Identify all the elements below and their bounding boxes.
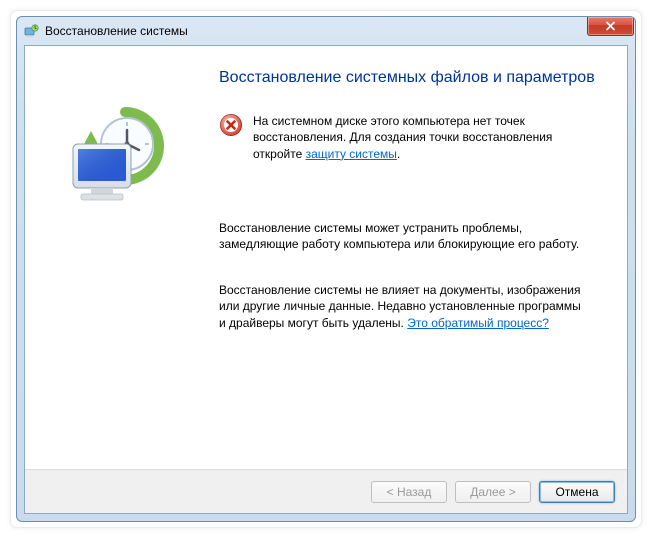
system-restore-graphic-icon [55, 98, 185, 218]
content-area: Восстановление системных файлов и параме… [25, 46, 627, 469]
error-text: На системном диске этого компьютера нет … [253, 113, 567, 162]
window-title: Восстановление системы [45, 24, 629, 38]
wizard-footer: < Назад Далее > Отмена [25, 469, 627, 513]
window-frame: Восстановление системы [16, 16, 636, 522]
next-button: Далее > [455, 481, 531, 503]
close-icon [605, 21, 616, 31]
reversible-process-link[interactable]: Это обратимый процесс? [407, 316, 549, 330]
system-protection-link[interactable]: защиту системы [306, 147, 397, 161]
graphic-column [55, 68, 195, 459]
error-icon [219, 113, 243, 137]
info-paragraph-1: Восстановление системы может устранить п… [219, 220, 597, 252]
info-paragraph-2: Восстановление системы не влияет на доку… [219, 282, 597, 331]
error-text-part2: . [397, 147, 400, 161]
client-area: Восстановление системных файлов и параме… [24, 45, 628, 514]
close-button[interactable] [587, 17, 634, 36]
back-button: < Назад [371, 481, 447, 503]
error-text-part1: На системном диске этого компьютера нет … [253, 114, 552, 160]
page-heading: Восстановление системных файлов и параме… [219, 68, 597, 87]
titlebar[interactable]: Восстановление системы [17, 17, 635, 45]
error-message: На системном диске этого компьютера нет … [219, 113, 597, 162]
cancel-button[interactable]: Отмена [539, 481, 615, 503]
text-column: Восстановление системных файлов и параме… [219, 68, 597, 459]
system-restore-icon [23, 23, 39, 39]
